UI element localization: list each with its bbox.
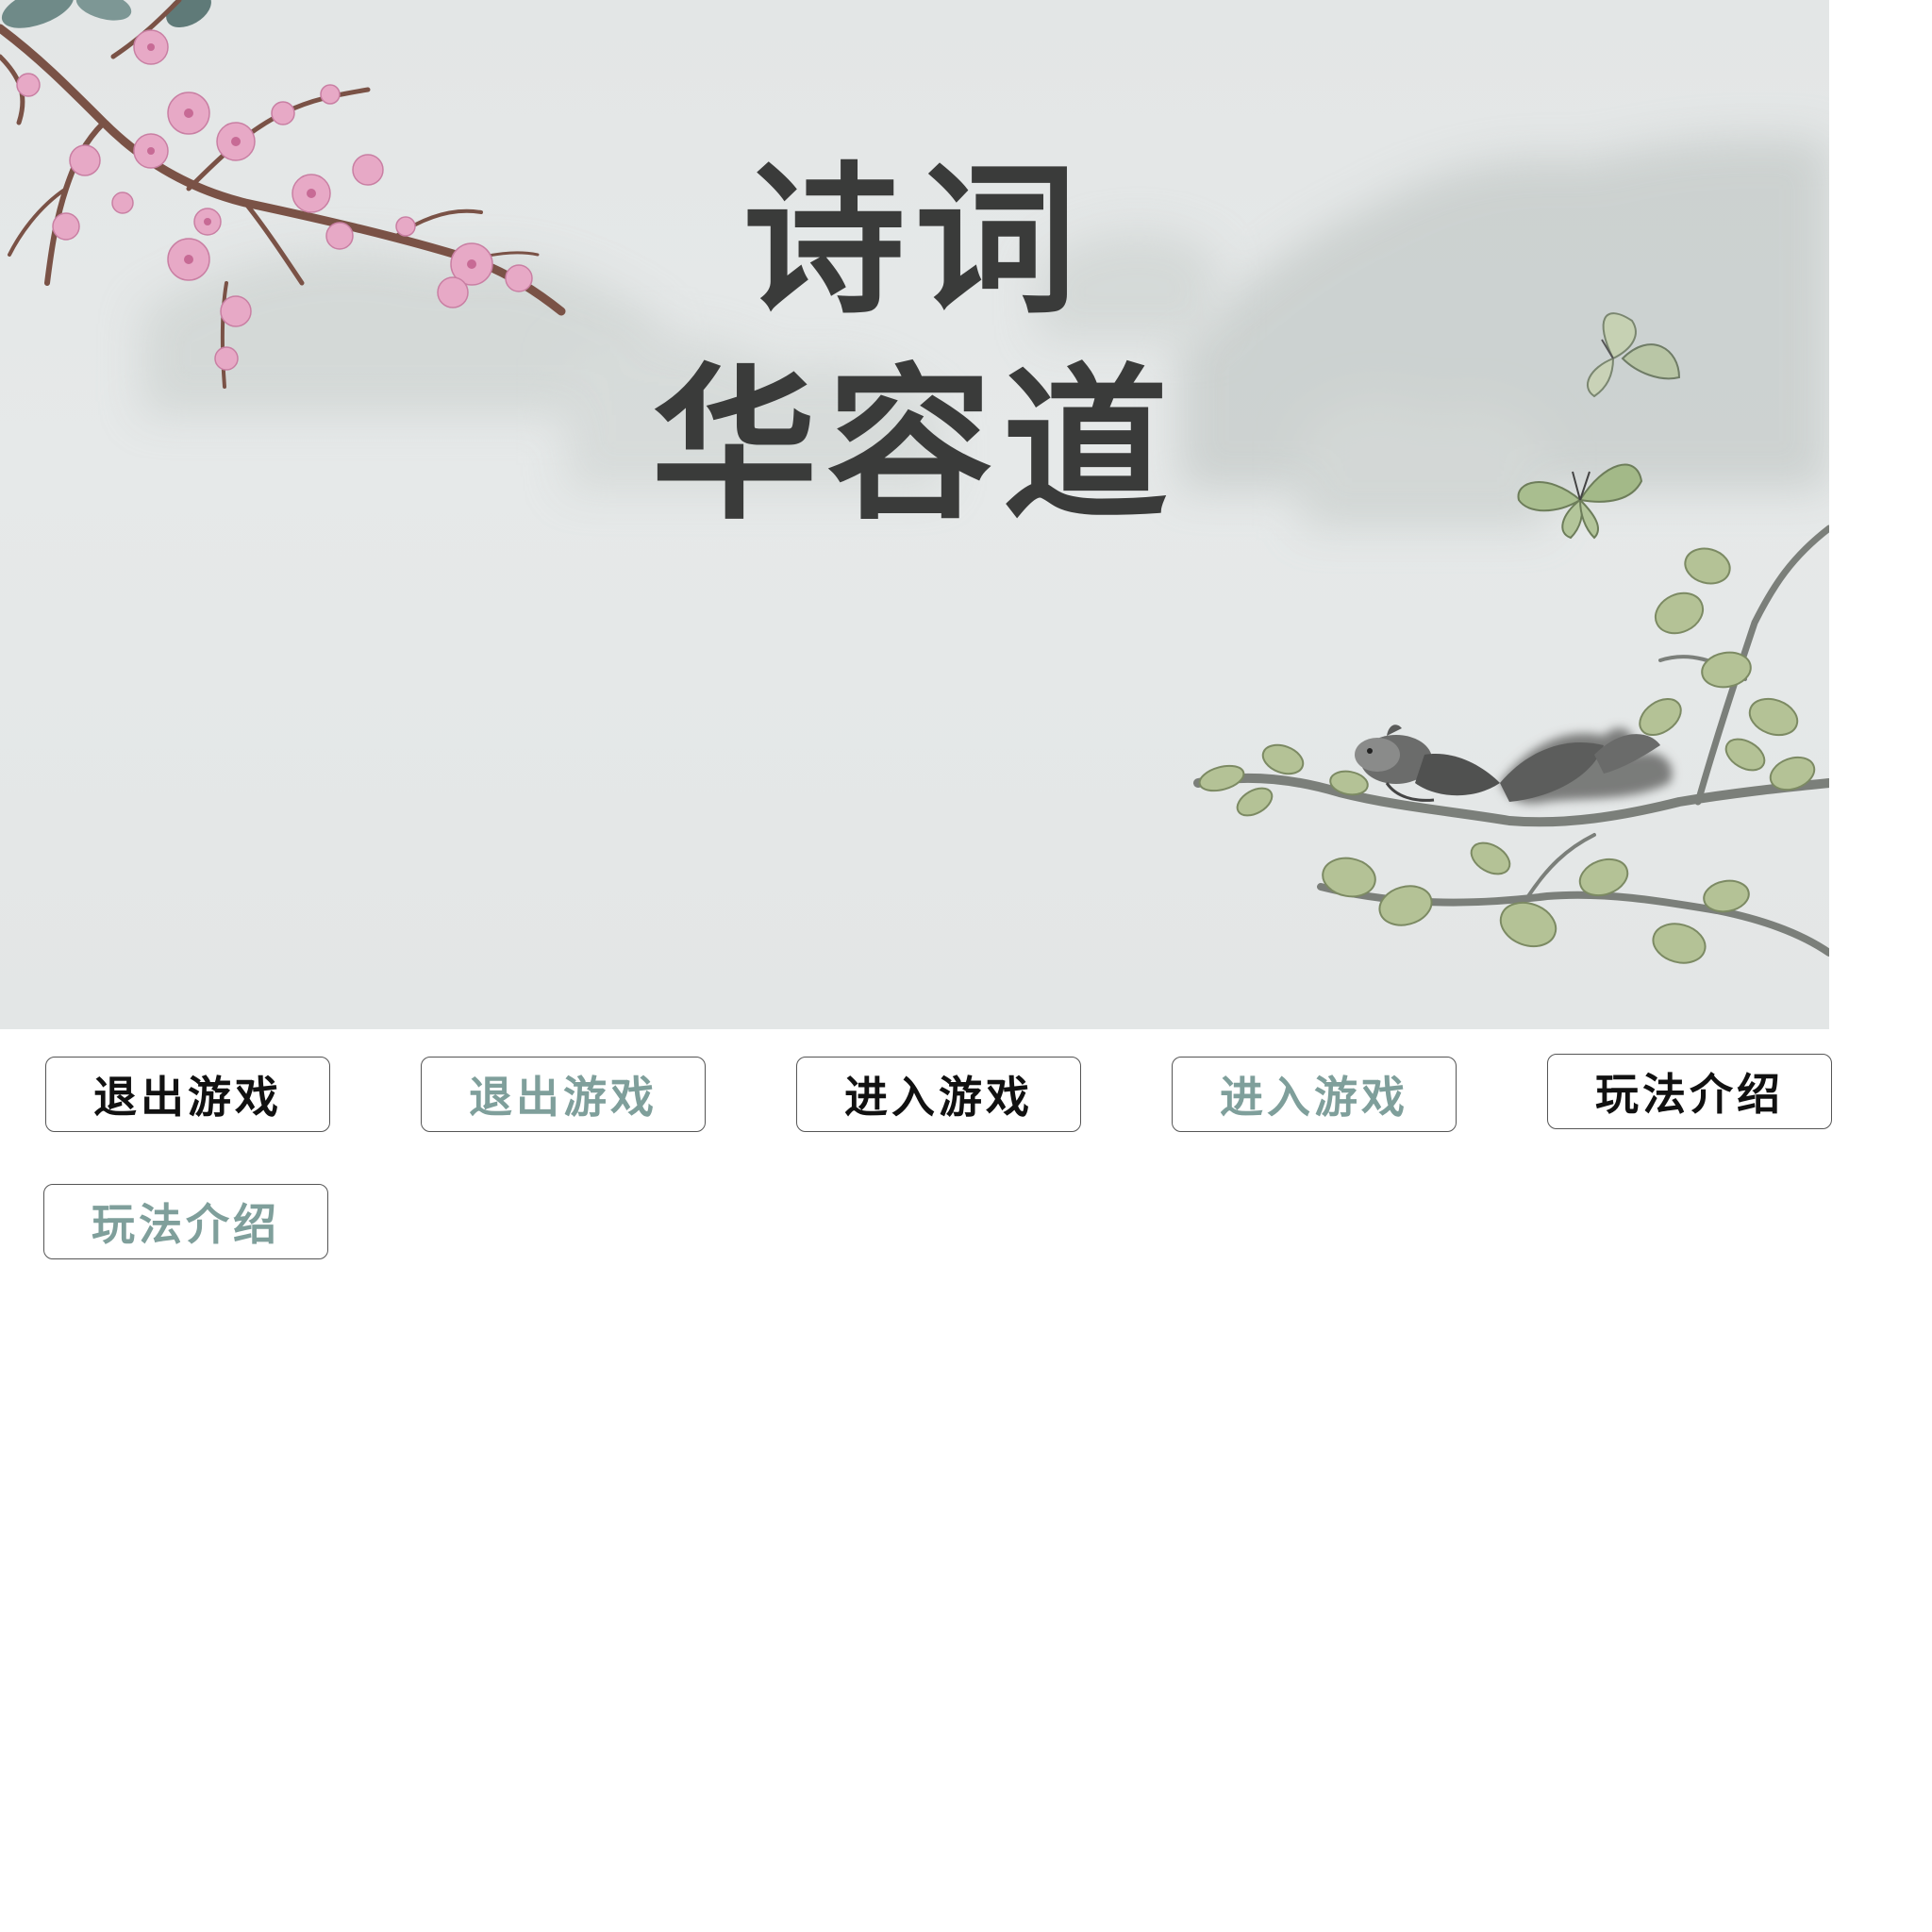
title-screen-background: 诗词 华容道: [0, 0, 1829, 1029]
enter-game-button-hover[interactable]: 进入游戏: [1172, 1057, 1457, 1132]
game-title-line1: 诗词: [742, 146, 1087, 336]
enter-game-button[interactable]: 进入游戏: [796, 1057, 1081, 1132]
rules-button[interactable]: 玩法介绍: [1547, 1054, 1832, 1129]
exit-game-button[interactable]: 退出游戏: [45, 1057, 330, 1132]
exit-game-button-hover[interactable]: 退出游戏: [421, 1057, 706, 1132]
game-title-line2: 华容道: [651, 349, 1178, 542]
corner-leaves: [1, 0, 211, 28]
rules-button-hover[interactable]: 玩法介绍: [43, 1184, 328, 1259]
leafy-branches: [1193, 525, 1829, 964]
squirrel: [1355, 724, 1673, 804]
